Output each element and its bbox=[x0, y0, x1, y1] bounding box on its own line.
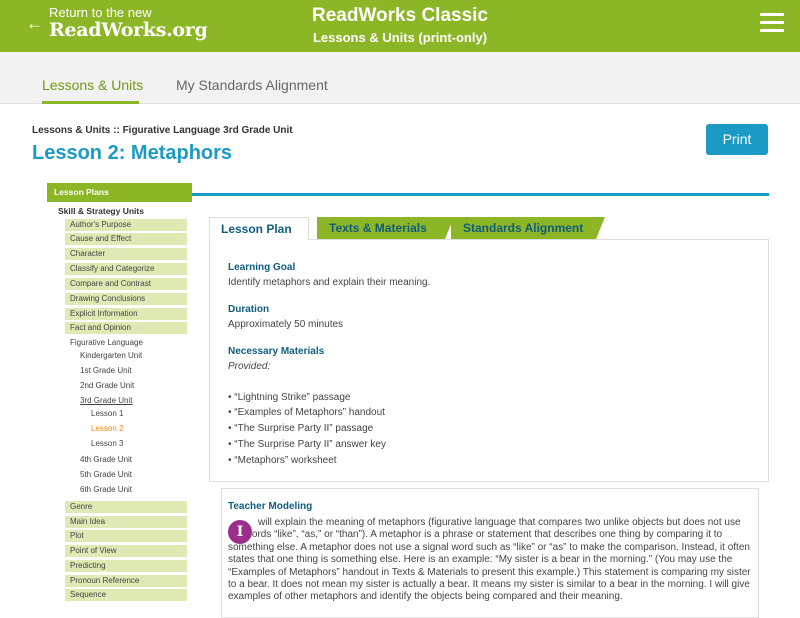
materials-heading: Necessary Materials bbox=[228, 346, 325, 357]
sidebar-item-sequence[interactable]: Sequence bbox=[65, 589, 187, 601]
sidebar-grade-6th[interactable]: 6th Grade Unit bbox=[80, 485, 132, 494]
back-arrow-icon: ← bbox=[26, 14, 43, 33]
sidebar-grade-5th[interactable]: 5th Grade Unit bbox=[80, 470, 132, 479]
sidebar-section-title: Skill & Strategy Units bbox=[58, 206, 144, 216]
material-item: • “The Surprise Party II” answer key bbox=[228, 439, 386, 450]
sidebar-header-lesson-plans[interactable]: Lesson Plans bbox=[47, 183, 192, 202]
breadcrumb[interactable]: Lessons & Units :: Figurative Language 3… bbox=[32, 125, 293, 136]
material-item: • “Metaphors” worksheet bbox=[228, 455, 337, 466]
sidebar-grade-kindergarten[interactable]: Kindergarten Unit bbox=[80, 351, 142, 360]
teacher-modeling-heading: Teacher Modeling bbox=[228, 501, 313, 512]
sidebar-item-fact-opinion[interactable]: Fact and Opinion bbox=[65, 322, 187, 334]
sidebar-grade-1st[interactable]: 1st Grade Unit bbox=[80, 366, 132, 375]
tab-lessons-units[interactable]: Lessons & Units bbox=[42, 77, 143, 93]
return-link-line1: Return to the new bbox=[49, 5, 152, 20]
sidebar-item-explicit-information[interactable]: Explicit Information bbox=[65, 308, 187, 320]
sidebar-item-genre[interactable]: Genre bbox=[65, 501, 187, 513]
tab-texts-materials[interactable]: Texts & Materials bbox=[317, 217, 445, 239]
material-item: • “The Surprise Party II” passage bbox=[228, 423, 374, 434]
sidebar-grade-4th[interactable]: 4th Grade Unit bbox=[80, 455, 132, 464]
sidebar-item-character[interactable]: Character bbox=[65, 248, 187, 260]
return-to-new-readworks-link[interactable]: ← Return to the new ReadWorks.org bbox=[26, 6, 208, 40]
material-item: • “Examples of Metaphors” handout bbox=[228, 407, 385, 418]
sidebar-item-plot[interactable]: Plot bbox=[65, 530, 187, 542]
sidebar-item-classify[interactable]: Classify and Categorize bbox=[65, 263, 187, 275]
sidebar-item-authors-purpose[interactable]: Author's Purpose bbox=[65, 219, 187, 231]
sidebar-item-cause-effect[interactable]: Cause and Effect bbox=[65, 233, 187, 245]
sidebar-item-point-of-view[interactable]: Point of View bbox=[65, 545, 187, 557]
sidebar-grade-3rd[interactable]: 3rd Grade Unit bbox=[80, 396, 132, 405]
print-button[interactable]: Print bbox=[706, 124, 768, 155]
sidebar-lesson-1[interactable]: Lesson 1 bbox=[91, 409, 123, 418]
learning-goal-heading: Learning Goal bbox=[228, 262, 296, 273]
material-item: • “Lightning Strike” passage bbox=[228, 392, 351, 403]
sidebar-item-figurative-language[interactable]: Figurative Language bbox=[70, 338, 143, 347]
sidebar-item-predicting[interactable]: Predicting bbox=[65, 560, 187, 572]
page-title: Lesson 2: Metaphors bbox=[32, 142, 233, 164]
tab-my-standards-alignment[interactable]: My Standards Alignment bbox=[176, 77, 328, 93]
top-nav: Lessons & Units My Standards Alignment bbox=[0, 52, 800, 104]
sidebar-item-main-idea[interactable]: Main Idea bbox=[65, 516, 187, 528]
duration-heading: Duration bbox=[228, 304, 270, 315]
tab-standards-alignment[interactable]: Standards Alignment bbox=[451, 217, 596, 239]
top-header: ← Return to the new ReadWorks.org ReadWo… bbox=[0, 0, 800, 52]
sidebar-lesson-2[interactable]: Lesson 2 bbox=[91, 424, 123, 433]
active-tab-underline bbox=[42, 101, 139, 104]
tab-lesson-plan[interactable]: Lesson Plan bbox=[209, 217, 309, 240]
learning-goal-text: Identify metaphors and explain their mea… bbox=[228, 277, 431, 288]
teacher-modeling-text: will explain the meaning of metaphors (f… bbox=[228, 517, 751, 603]
duration-text: Approximately 50 minutes bbox=[228, 319, 344, 330]
sidebar-grade-2nd[interactable]: 2nd Grade Unit bbox=[80, 381, 134, 390]
tab-arrow-shape bbox=[596, 217, 605, 239]
sidebar-item-compare[interactable]: Compare and Contrast bbox=[65, 278, 187, 290]
materials-provided-label: Provided: bbox=[228, 361, 271, 372]
sidebar-item-drawing-conclusions[interactable]: Drawing Conclusions bbox=[65, 293, 187, 305]
sidebar-lesson-3[interactable]: Lesson 3 bbox=[91, 439, 123, 448]
readworks-logo-text: ReadWorks.org bbox=[49, 19, 208, 41]
teacher-i-badge-icon: I bbox=[228, 520, 252, 544]
sidebar-item-pronoun-reference[interactable]: Pronoun Reference bbox=[65, 575, 187, 587]
hamburger-menu-icon[interactable] bbox=[760, 13, 784, 33]
